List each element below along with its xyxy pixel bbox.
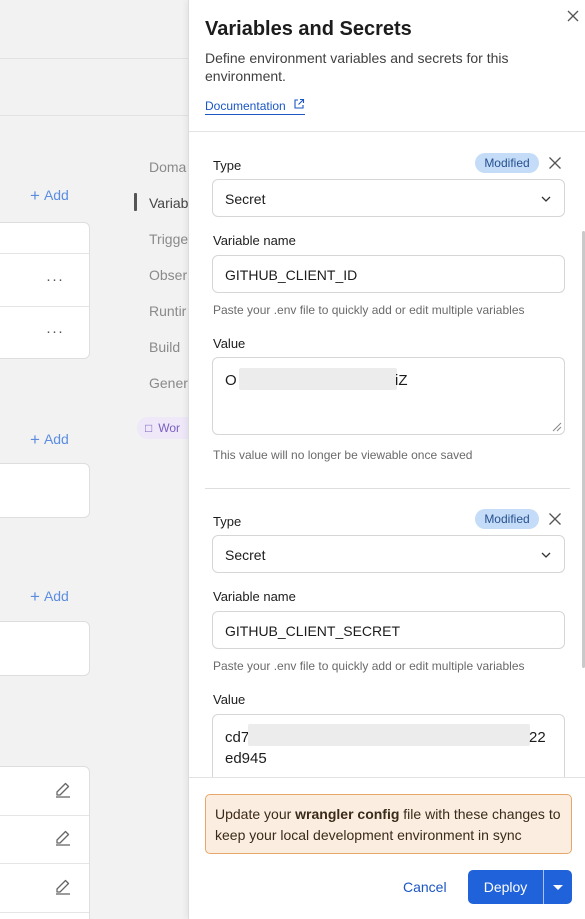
variable-name-input[interactable]: GITHUB_CLIENT_SECRET (212, 611, 565, 649)
variables-drawer: Variables and Secrets Define environment… (188, 0, 585, 919)
nav-item-observability[interactable]: Obser (149, 267, 187, 283)
cancel-button[interactable]: Cancel (403, 879, 447, 895)
value-label: Value (213, 692, 246, 707)
caret-down-icon[interactable] (544, 870, 572, 904)
footer-divider (189, 777, 585, 778)
add-button[interactable]: + Add (30, 185, 69, 205)
active-nav-indicator (134, 193, 137, 211)
book-icon: □ (145, 421, 153, 435)
type-label: Type (213, 514, 242, 529)
resize-handle-icon[interactable] (550, 420, 562, 432)
row-divider (0, 815, 89, 816)
remove-variable-icon[interactable] (548, 512, 562, 526)
variable-name-label: Variable name (213, 233, 296, 248)
list-card (0, 621, 90, 676)
type-select[interactable]: Secret (212, 535, 565, 573)
chevron-down-icon (541, 196, 551, 202)
variables-list: Type Modified Secret Variable name GITHU… (189, 132, 585, 777)
remove-variable-icon[interactable] (548, 156, 562, 170)
value-hint: This value will no longer be viewable on… (213, 448, 473, 462)
add-button[interactable]: + Add (30, 586, 69, 606)
redacted-value (239, 368, 397, 390)
plus-icon: + (30, 430, 40, 449)
wrangler-config-notice: Update your wrangler config file with th… (205, 794, 572, 854)
more-options-icon[interactable]: ··· (46, 271, 64, 288)
modified-badge: Modified (475, 509, 539, 529)
nav-item-runtime[interactable]: Runtir (149, 303, 186, 319)
plus-icon: + (30, 186, 40, 205)
nav-item-variables[interactable]: Variab (149, 195, 188, 211)
list-card (0, 222, 90, 359)
value-textarea[interactable]: O iZ (212, 357, 565, 435)
drawer-subtitle: Define environment variables and secrets… (205, 50, 509, 84)
variable-name-label: Variable name (213, 589, 296, 604)
plus-icon: + (30, 587, 40, 606)
external-link-icon (294, 98, 304, 109)
type-select[interactable]: Secret (212, 179, 565, 217)
documentation-link[interactable]: Documentation (205, 98, 305, 115)
nav-item-domains[interactable]: Doma (149, 159, 186, 175)
deploy-button-group: Deploy (468, 870, 572, 904)
row-divider (0, 912, 89, 913)
variable-divider (205, 488, 570, 489)
chevron-down-icon (541, 552, 551, 558)
edit-icon[interactable] (54, 781, 72, 799)
redacted-value (248, 724, 530, 746)
nav-item-build[interactable]: Build (149, 339, 180, 355)
edit-icon[interactable] (54, 878, 72, 896)
modified-badge: Modified (475, 153, 539, 173)
row-divider (0, 306, 89, 307)
edit-icon[interactable] (54, 829, 72, 847)
close-icon[interactable] (565, 8, 581, 24)
list-card (0, 463, 90, 518)
list-card (0, 766, 90, 919)
drawer-title: Variables and Secrets (205, 18, 412, 40)
deploy-button[interactable]: Deploy (468, 870, 543, 904)
nav-item-triggers[interactable]: Trigge (149, 231, 188, 247)
value-label: Value (213, 336, 246, 351)
paste-hint: Paste your .env file to quickly add or e… (213, 659, 525, 673)
paste-hint: Paste your .env file to quickly add or e… (213, 303, 525, 317)
type-label: Type (213, 158, 242, 173)
nav-item-general[interactable]: Gener (149, 375, 188, 391)
add-button[interactable]: + Add (30, 429, 69, 449)
row-divider (0, 863, 89, 864)
row-divider (0, 253, 89, 254)
variable-name-input[interactable]: GITHUB_CLIENT_ID (212, 255, 565, 293)
value-textarea[interactable]: cd7 22 ed945 (212, 714, 565, 777)
more-options-icon[interactable]: ··· (46, 323, 64, 340)
